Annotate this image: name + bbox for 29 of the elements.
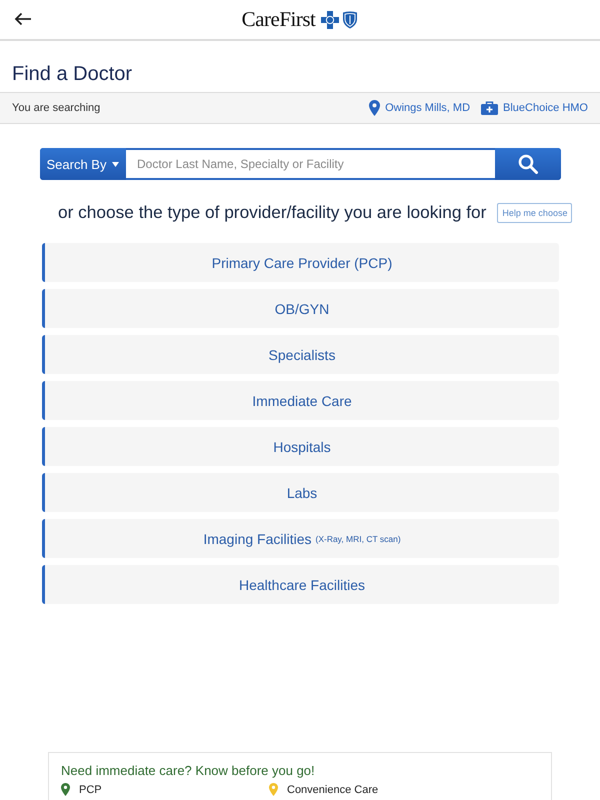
provider-type-button[interactable]: Primary Care Provider (PCP) xyxy=(42,243,559,282)
provider-type-button[interactable]: Hospitals xyxy=(42,427,559,466)
provider-type-button[interactable]: Imaging Facilities (X-Ray, MRI, CT scan) xyxy=(42,519,559,558)
provider-type-button[interactable]: OB/GYN xyxy=(42,289,559,328)
search-icon xyxy=(518,154,538,174)
plan-link[interactable]: BlueChoice HMO xyxy=(481,100,588,116)
caret-icon xyxy=(112,162,120,166)
provider-type-button[interactable]: Healthcare Facilities xyxy=(42,565,559,604)
legend-label: PCP xyxy=(79,784,102,796)
provider-type-button[interactable]: Immediate Care xyxy=(42,381,559,420)
back-button[interactable] xyxy=(12,10,34,28)
cross-logo-icon xyxy=(321,10,340,28)
logo-text: CareFirst xyxy=(242,7,316,32)
provider-type-prompt: or choose the type of provider/facility you are looking for xyxy=(58,202,486,223)
search-field[interactable]: Doctor Last Name, Specialty or Facility xyxy=(126,148,495,180)
search-by-dropdown[interactable]: Search By xyxy=(40,148,126,180)
shield-logo-icon xyxy=(342,10,358,28)
provider-type-button[interactable]: Specialists xyxy=(42,335,559,374)
search-button[interactable] xyxy=(495,148,561,180)
context-label: You are searching xyxy=(12,102,100,114)
help-me-choose-button[interactable]: Help me choose xyxy=(497,202,572,222)
page-title: Find a Doctor xyxy=(12,62,132,87)
provider-type-button[interactable]: Labs xyxy=(42,473,559,512)
medical-bag-icon xyxy=(481,101,498,115)
location-link[interactable]: Owings Mills, MD xyxy=(369,100,470,116)
card-title: Need immediate care? Know before you go! xyxy=(61,763,316,778)
location-pin-icon xyxy=(369,100,380,116)
legend-label: Convenience Care xyxy=(287,784,378,796)
back-arrow-icon xyxy=(14,12,32,26)
